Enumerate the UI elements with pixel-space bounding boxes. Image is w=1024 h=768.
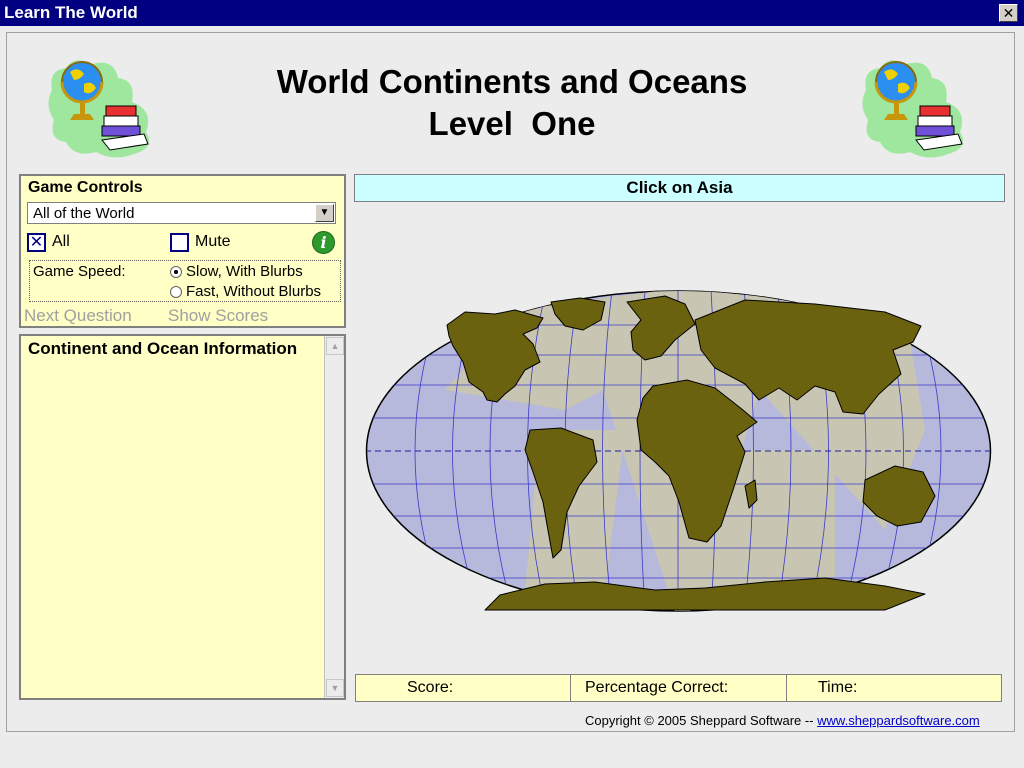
- window-title: Learn The World: [4, 3, 138, 22]
- radio-unselected-icon[interactable]: [170, 286, 182, 298]
- page-title: World Continents and Oceans Level One: [200, 62, 824, 146]
- game-controls-title: Game Controls: [28, 179, 143, 196]
- globe-books-icon: [862, 60, 964, 158]
- score-bar: Score: Percentage Correct: Time:: [355, 674, 1002, 702]
- question-prompt: Click on Asia: [354, 174, 1005, 202]
- info-panel-title: Continent and Ocean Information: [28, 339, 298, 358]
- region-select-value: All of the World: [33, 205, 135, 222]
- close-button[interactable]: ✕: [999, 4, 1018, 22]
- percentage-cell: Percentage Correct:: [571, 675, 787, 701]
- game-controls-panel: Game Controls All of the World ▼ ✕ All M…: [19, 174, 346, 328]
- game-speed-label: Game Speed:: [33, 263, 126, 280]
- next-question-button[interactable]: Next Question: [24, 306, 132, 326]
- info-scrollbar[interactable]: ▲ ▼: [324, 336, 344, 698]
- info-panel: Continent and Ocean Information ▲ ▼: [19, 334, 346, 700]
- globe-books-icon: [48, 60, 150, 158]
- show-scores-button[interactable]: Show Scores: [168, 306, 268, 326]
- checkbox-unchecked-icon[interactable]: [170, 233, 189, 252]
- percentage-label: Percentage Correct:: [585, 679, 729, 696]
- title-line-2: Level One: [428, 105, 596, 142]
- checkbox-checked-icon[interactable]: ✕: [27, 233, 46, 252]
- mute-checkbox-label: Mute: [195, 233, 231, 250]
- chevron-down-icon[interactable]: ▼: [315, 204, 334, 222]
- title-bar: Learn The World ✕: [0, 0, 1024, 26]
- radio-selected-icon[interactable]: [170, 266, 182, 278]
- copyright: Copyright © 2005 Sheppard Software -- ww…: [585, 713, 980, 728]
- website-link[interactable]: www.sheppardsoftware.com: [817, 713, 980, 728]
- speed-option-label: Fast, Without Blurbs: [186, 283, 322, 300]
- scroll-up-icon[interactable]: ▲: [326, 337, 344, 355]
- all-checkbox-label: All: [52, 233, 70, 250]
- copyright-text: Copyright © 2005 Sheppard Software --: [585, 713, 818, 728]
- speed-option-label: Slow, With Blurbs: [186, 263, 303, 280]
- score-label: Score:: [407, 679, 454, 696]
- region-select[interactable]: All of the World ▼: [27, 202, 336, 224]
- time-label: Time:: [818, 679, 858, 696]
- score-cell: Score:: [356, 675, 571, 701]
- title-line-1: World Continents and Oceans: [276, 63, 748, 100]
- scroll-down-icon[interactable]: ▼: [326, 679, 344, 697]
- info-icon[interactable]: i: [312, 231, 335, 254]
- world-map[interactable]: [365, 290, 992, 612]
- time-cell: Time:: [787, 675, 1001, 701]
- game-speed-group: Game Speed: Slow, With Blurbs Fast, With…: [29, 260, 341, 302]
